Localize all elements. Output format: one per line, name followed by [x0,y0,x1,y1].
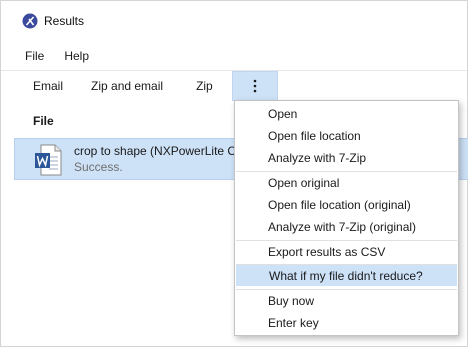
menu-bar: File Help [1,43,99,69]
email-button[interactable]: Email [1,71,77,101]
menu-file[interactable]: File [15,45,54,67]
window-title: Results [44,14,85,28]
zip-and-email-button[interactable]: Zip and email [77,71,177,101]
menu-item-enter-key[interactable]: Enter key [235,312,458,333]
menu-item-open[interactable]: Open [235,103,458,124]
results-window: Results File Help Email Zip and email Zi… [0,0,468,347]
menu-item-export-csv[interactable]: Export results as CSV [235,241,458,262]
vertical-ellipsis-icon [253,79,257,93]
app-logo-icon [22,13,38,29]
context-menu: Open Open file location Analyze with 7-Z… [234,100,459,336]
menu-item-buy-now[interactable]: Buy now [235,290,458,311]
menu-item-open-original[interactable]: Open original [235,172,458,193]
menu-item-analyze-7zip[interactable]: Analyze with 7-Zip [235,147,458,168]
toolbar: Email Zip and email Zip [1,71,278,101]
menu-item-analyze-7zip-original[interactable]: Analyze with 7-Zip (original) [235,216,458,237]
more-options-button[interactable] [231,71,278,101]
menu-item-open-file-location-original[interactable]: Open file location (original) [235,194,458,215]
title-bar: Results [1,1,467,41]
zip-button[interactable]: Zip [177,71,232,101]
menu-item-open-file-location[interactable]: Open file location [235,125,458,146]
menu-item-what-if-not-reduced[interactable]: What if my file didn't reduce? [236,265,457,286]
word-document-icon [35,144,62,176]
menu-help[interactable]: Help [54,45,99,67]
